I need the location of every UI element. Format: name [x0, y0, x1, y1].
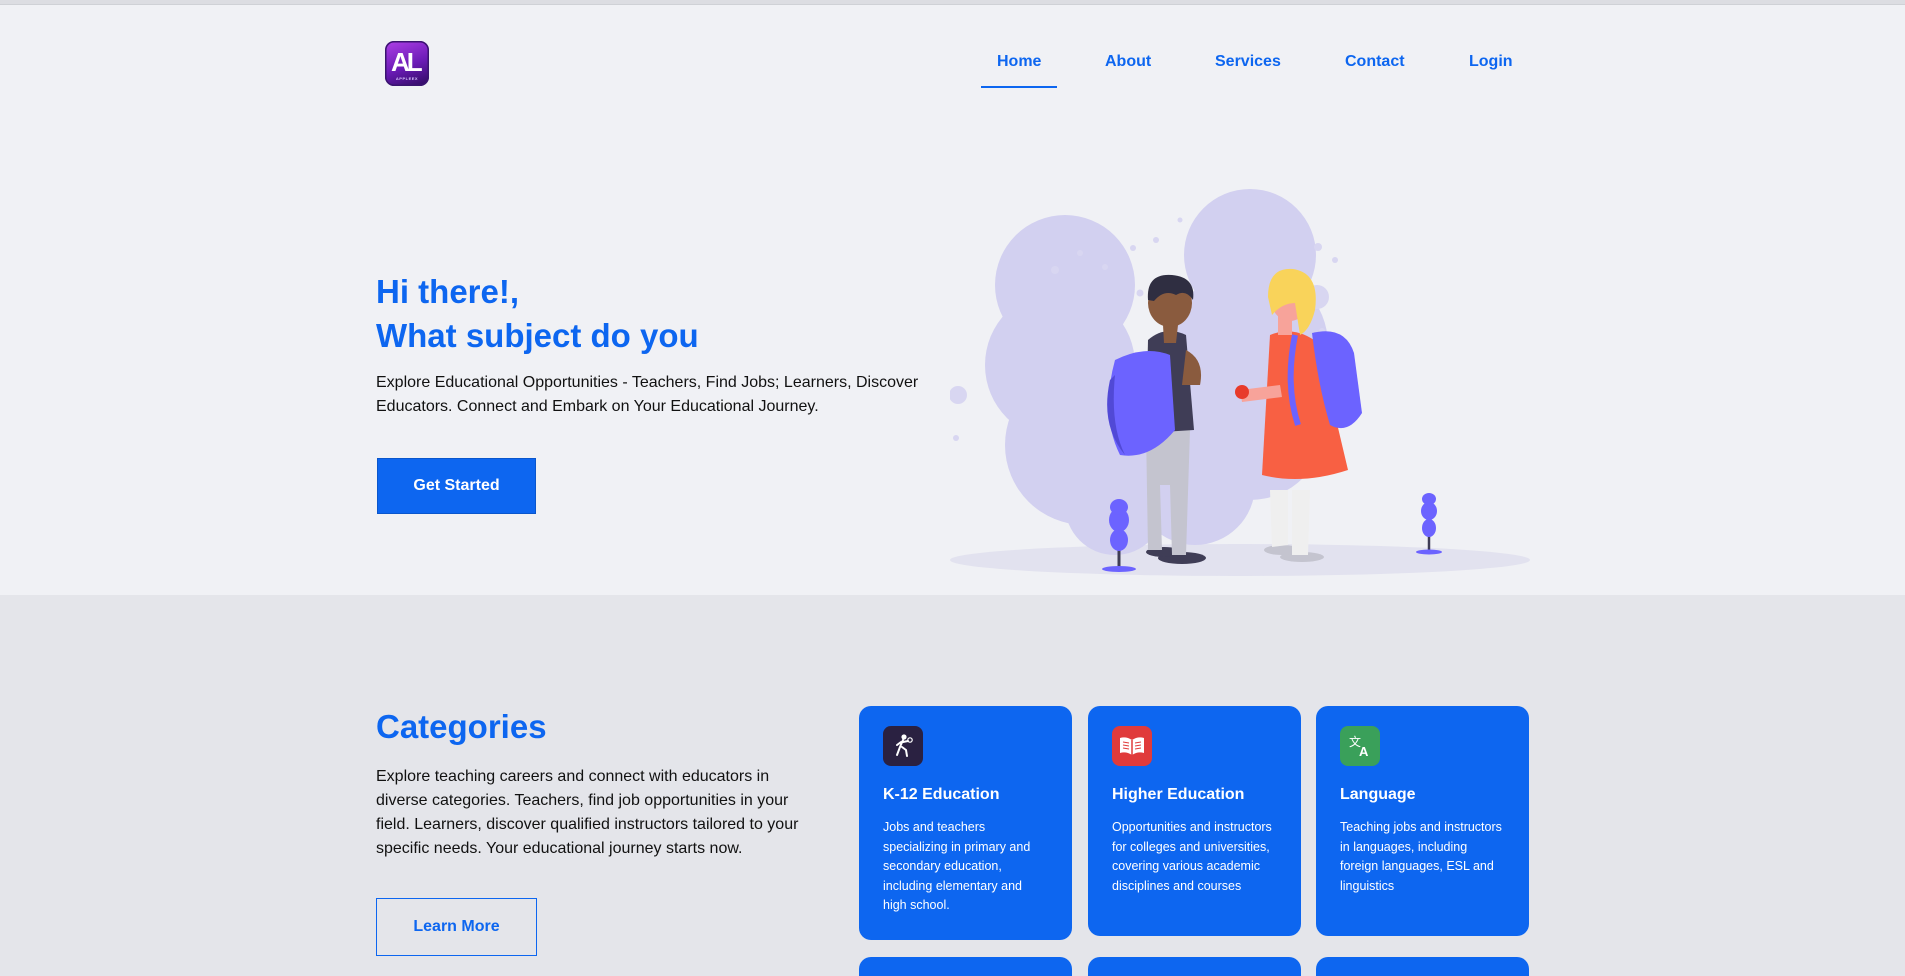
- category-card-partial[interactable]: [1316, 957, 1529, 976]
- categories-description: Explore teaching careers and connect wit…: [376, 768, 799, 857]
- category-card-title: K-12 Education: [883, 786, 1000, 803]
- hero-section: AL APPLEEX Home About Services Contact L…: [0, 5, 1905, 595]
- learn-more-button[interactable]: Learn More: [376, 898, 537, 956]
- students-illustration: [950, 189, 1530, 576]
- get-started-button[interactable]: Get Started: [377, 458, 536, 514]
- category-card-higher-education[interactable]: Higher Education Opportunities and instr…: [1088, 706, 1301, 936]
- category-card-text: Jobs and teachers specializing in primar…: [883, 820, 1031, 912]
- nav-about[interactable]: About: [1105, 53, 1151, 71]
- category-card-k12[interactable]: K-12 Education Jobs and teachers special…: [859, 706, 1072, 940]
- category-card-partial[interactable]: [859, 957, 1072, 976]
- hero-heading-line2: What subject do you: [376, 317, 699, 354]
- nav-login[interactable]: Login: [1469, 53, 1513, 71]
- nav-services[interactable]: Services: [1215, 53, 1281, 71]
- open-book-icon: [1112, 726, 1152, 766]
- category-card-text: Teaching jobs and instructors in languag…: [1340, 820, 1502, 893]
- category-card-title: Higher Education: [1112, 786, 1245, 803]
- brand-logo[interactable]: AL APPLEEX: [385, 41, 429, 86]
- category-card-language[interactable]: 文 A Language Teaching jobs and instructo…: [1316, 706, 1529, 936]
- nav-home[interactable]: Home: [997, 53, 1041, 71]
- logo-subtext: APPLEEX: [395, 76, 419, 81]
- hero-heading-line1: Hi there!,: [376, 273, 520, 310]
- category-card-partial[interactable]: [1088, 957, 1301, 976]
- nav-contact[interactable]: Contact: [1345, 53, 1405, 71]
- hero-description: Explore Educational Opportunities - Teac…: [376, 374, 919, 415]
- logo-letters: AL: [391, 47, 423, 77]
- category-card-title: Language: [1340, 786, 1416, 803]
- category-card-text: Opportunities and instructors for colleg…: [1112, 820, 1272, 893]
- nav-active-indicator: [981, 86, 1057, 88]
- school-kid-icon: [883, 726, 923, 766]
- hero-heading: Hi there!, What subject do you: [376, 270, 699, 358]
- categories-title: Categories: [376, 708, 547, 745]
- translate-icon: 文 A: [1340, 726, 1380, 766]
- svg-text:A: A: [1359, 744, 1369, 759]
